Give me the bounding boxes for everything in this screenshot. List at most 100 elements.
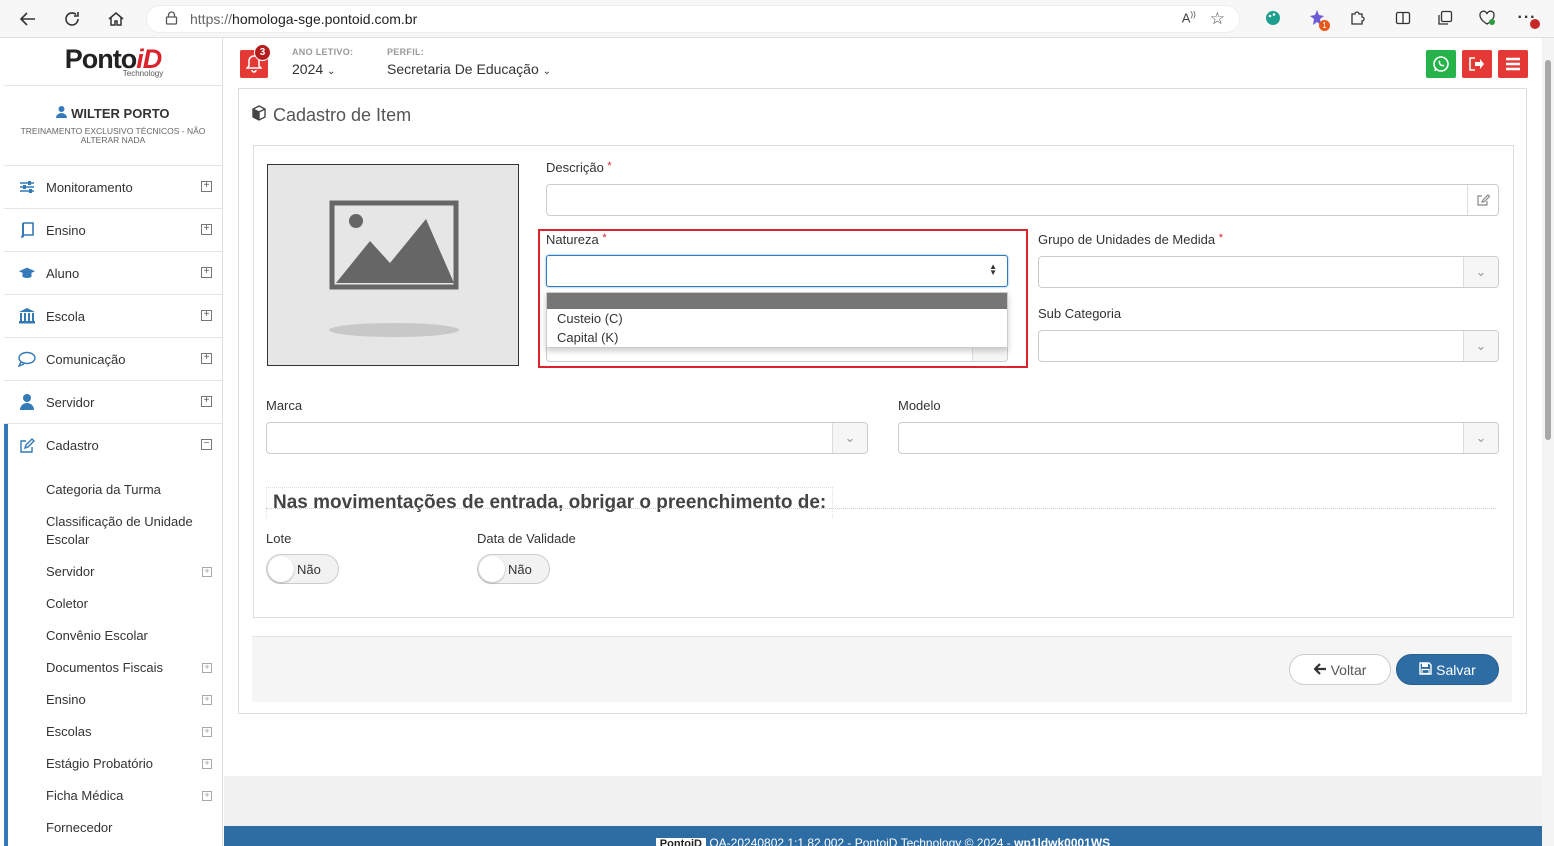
natureza-option-empty[interactable] xyxy=(547,293,1007,309)
lote-toggle[interactable]: Não xyxy=(266,554,339,584)
sort-arrows-icon: ▲ ▼ xyxy=(989,262,997,277)
natureza-option-capital[interactable]: Capital (K) xyxy=(547,328,1007,347)
chevron-down-icon: ⌄ xyxy=(1463,257,1498,287)
browser-toolbar: https://homologa-sge.pontoid.com.br A)) … xyxy=(0,0,1554,38)
edit-icon xyxy=(1467,185,1498,215)
logout-icon xyxy=(1469,57,1484,71)
floppy-disk-icon xyxy=(1419,661,1432,678)
submenu-item-escolas[interactable]: Escolas + xyxy=(8,723,222,755)
submenu-item-estagio-probatorio[interactable]: Estágio Probatório + xyxy=(8,755,222,787)
user-icon xyxy=(18,393,36,411)
sidebar-item-aluno[interactable]: Aluno + xyxy=(4,252,222,295)
marca-select[interactable]: ⌄ xyxy=(266,422,868,454)
arrow-left-icon xyxy=(1313,662,1327,678)
toggle-knob xyxy=(268,556,294,582)
collections-icon[interactable] xyxy=(1432,5,1458,31)
more-options-icon[interactable]: ··· xyxy=(1514,5,1540,31)
sidebar-item-cadastro[interactable]: Cadastro − xyxy=(4,424,222,467)
salvar-button[interactable]: Salvar xyxy=(1396,654,1499,685)
expand-icon[interactable]: + xyxy=(202,759,212,769)
bank-icon xyxy=(18,307,36,325)
collapse-icon[interactable]: − xyxy=(201,439,212,450)
lote-label: Lote xyxy=(266,531,292,546)
grupo-unidades-select[interactable]: ⌄ xyxy=(1038,256,1499,288)
data-validade-toggle[interactable]: Não xyxy=(477,554,550,584)
page-scrollbar[interactable] xyxy=(1542,38,1554,846)
expand-icon[interactable]: + xyxy=(201,353,212,364)
chevron-down-icon: ⌄ xyxy=(327,66,336,77)
submenu-item-classificacao-unidade[interactable]: Classificação de Unidade Escolar xyxy=(8,513,208,563)
split-screen-icon[interactable] xyxy=(1390,5,1416,31)
sidebar-item-monitoramento[interactable]: Monitoramento + xyxy=(4,166,222,209)
home-icon[interactable] xyxy=(102,5,130,33)
sidebar-item-comunicacao[interactable]: Comunicação + xyxy=(4,338,222,381)
descricao-input[interactable] xyxy=(546,184,1499,216)
expand-icon[interactable]: + xyxy=(201,224,212,235)
address-bar[interactable]: https://homologa-sge.pontoid.com.br A)) … xyxy=(146,5,1240,33)
pontoid-logo[interactable]: PontoiD Technology xyxy=(4,38,222,86)
alert-dot-icon xyxy=(1530,19,1540,29)
natureza-label: Natureza * xyxy=(546,232,607,247)
scrollbar-thumb[interactable] xyxy=(1545,60,1551,440)
extension-badge: 1 xyxy=(1319,20,1330,31)
app-header: 3 ANO LETIVO: 2024 ⌄ PERFIL: Secretaria … xyxy=(224,38,1542,86)
image-placeholder-icon xyxy=(329,200,459,337)
favorite-star-icon[interactable]: ☆ xyxy=(1210,10,1225,28)
extension-badge-icon[interactable]: 1 xyxy=(1304,5,1330,31)
toggle-knob xyxy=(479,556,505,582)
logout-button[interactable] xyxy=(1462,50,1492,78)
expand-icon[interactable]: + xyxy=(201,267,212,278)
grupo-unidades-label: Grupo de Unidades de Medida * xyxy=(1038,232,1223,247)
menu-button[interactable] xyxy=(1498,50,1528,78)
ano-letivo-selector[interactable]: ANO LETIVO: 2024 ⌄ xyxy=(292,47,353,77)
expand-icon[interactable]: + xyxy=(202,567,212,577)
chevron-down-icon: ⌄ xyxy=(542,66,552,77)
sidebar: PontoiD Technology WILTER PORTO TREINAME… xyxy=(4,38,223,846)
sidebar-item-escola[interactable]: Escola + xyxy=(4,295,222,338)
notifications-badge: 3 xyxy=(254,44,271,61)
submenu-item-ensino[interactable]: Ensino + xyxy=(8,691,222,723)
puzzle-extensions-icon[interactable] xyxy=(1344,5,1370,31)
expand-icon[interactable]: + xyxy=(202,663,212,673)
chat-icon xyxy=(18,350,36,368)
submenu-item-categoria-turma[interactable]: Categoria da Turma xyxy=(8,481,222,513)
natureza-option-custeio[interactable]: Custeio (C) xyxy=(547,309,1007,328)
submenu-item-ficha-medica[interactable]: Ficha Médica + xyxy=(8,787,222,819)
reload-icon[interactable] xyxy=(58,5,86,33)
submenu-item-coletor[interactable]: Coletor xyxy=(8,595,222,627)
footer: PontoiD QA-20240802.1:1.82.002 - PontoiD… xyxy=(224,826,1542,846)
sidebar-item-ensino[interactable]: Ensino + xyxy=(4,209,222,252)
modelo-select[interactable]: ⌄ xyxy=(898,422,1499,454)
data-validade-label: Data de Validade xyxy=(477,531,576,546)
submenu-item-fornecedor[interactable]: Fornecedor xyxy=(8,819,222,846)
expand-icon[interactable]: + xyxy=(201,181,212,192)
chevron-down-icon: ⌄ xyxy=(832,423,867,453)
browser-essentials-icon[interactable] xyxy=(1474,5,1500,31)
read-aloud-icon[interactable]: A)) xyxy=(1182,10,1196,28)
sub-categoria-label: Sub Categoria xyxy=(1038,306,1122,321)
expand-icon[interactable]: + xyxy=(202,791,212,801)
back-icon[interactable] xyxy=(14,5,42,33)
user-info: WILTER PORTO TREINAMENTO EXCLUSIVO TÉCNI… xyxy=(4,86,222,166)
sub-categoria-select[interactable]: ⌄ xyxy=(1038,330,1499,362)
expand-icon[interactable]: + xyxy=(202,695,212,705)
sidebar-item-servidor[interactable]: Servidor + xyxy=(4,381,222,424)
footer-logo: PontoiD xyxy=(655,838,706,846)
natureza-select[interactable]: ▲ ▼ xyxy=(546,255,1008,287)
sliders-icon xyxy=(18,178,36,196)
submenu-item-servidor[interactable]: Servidor + xyxy=(8,563,222,595)
expand-icon[interactable]: + xyxy=(201,396,212,407)
item-image-placeholder[interactable] xyxy=(267,164,519,366)
whatsapp-button[interactable] xyxy=(1426,50,1456,78)
modelo-label: Modelo xyxy=(898,398,941,413)
perfil-selector[interactable]: PERFIL: Secretaria De Educação ⌄ xyxy=(387,47,551,77)
palette-extension-icon[interactable] xyxy=(1260,5,1286,31)
expand-icon[interactable]: + xyxy=(202,727,212,737)
submenu-item-convenio-escolar[interactable]: Convênio Escolar xyxy=(8,627,222,659)
expand-icon[interactable]: + xyxy=(201,310,212,321)
natureza-dropdown: Custeio (C) Capital (K) xyxy=(546,292,1008,348)
submenu-item-documentos-fiscais[interactable]: Documentos Fiscais + xyxy=(8,659,222,691)
voltar-button[interactable]: Voltar xyxy=(1289,654,1391,685)
lock-icon xyxy=(165,10,178,28)
user-unit: TREINAMENTO EXCLUSIVO TÉCNICOS - NÃO ALT… xyxy=(20,126,206,145)
